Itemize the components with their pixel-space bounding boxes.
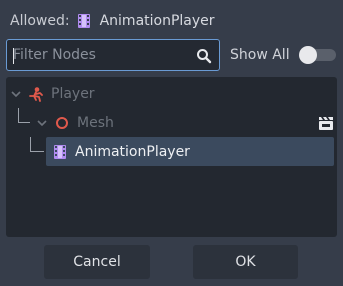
show-all-toggle[interactable] (298, 46, 336, 64)
chevron-down-icon[interactable] (10, 88, 22, 100)
filter-row: Show All (6, 39, 336, 71)
filter-nodes-input[interactable] (7, 43, 187, 67)
tree-item-player: Player (10, 80, 95, 108)
allowed-row: Allowed: AnimationPlayer (10, 10, 215, 32)
allowed-label: Allowed: (10, 13, 70, 29)
node-tree: Player Mesh AnimationPlayer (6, 77, 337, 237)
animation-player-icon (54, 144, 66, 159)
tree-item-label: Mesh (77, 115, 114, 131)
allowed-type-label: AnimationPlayer (99, 13, 215, 29)
mesh-node-icon (56, 117, 68, 129)
animation-player-icon (77, 14, 90, 28)
show-all-label: Show All (230, 47, 290, 63)
clapperboard-icon[interactable] (318, 115, 334, 131)
tree-guide-line (30, 151, 44, 152)
chevron-down-icon[interactable] (36, 117, 48, 129)
tree-guide-line (18, 122, 30, 123)
text-caret (13, 48, 14, 64)
tree-guide-line (18, 108, 19, 122)
toggle-knob (298, 46, 317, 64)
search-icon (197, 49, 212, 64)
player-node-icon (29, 87, 43, 102)
tree-item-label: Player (51, 86, 95, 102)
ok-button[interactable]: OK (193, 245, 298, 279)
tree-item-animation-player[interactable]: AnimationPlayer (46, 137, 334, 166)
tree-item-mesh: Mesh (36, 109, 334, 137)
tree-item-label: AnimationPlayer (75, 143, 190, 160)
filter-nodes-field[interactable] (6, 39, 220, 71)
cancel-button[interactable]: Cancel (44, 245, 150, 279)
tree-guide-line (30, 137, 31, 151)
